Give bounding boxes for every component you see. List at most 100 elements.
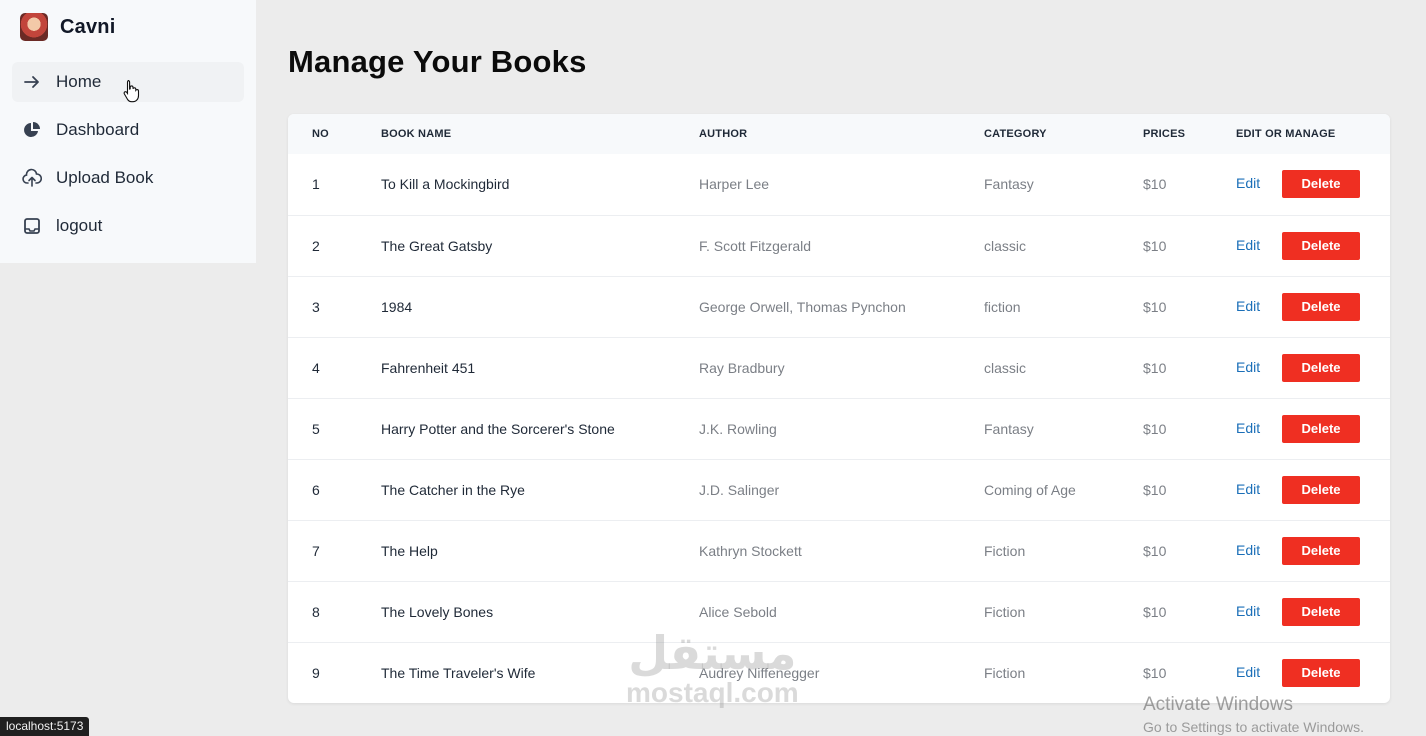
delete-button[interactable]: Delete — [1282, 231, 1360, 260]
cell-author: Ray Bradbury — [699, 359, 785, 376]
cell-price: $10 — [1143, 481, 1167, 498]
cell-price: $10 — [1143, 298, 1167, 315]
activate-windows-subtitle: Go to Settings to activate Windows. — [1143, 719, 1364, 735]
cell-price: $10 — [1143, 542, 1167, 559]
page-title: Manage Your Books — [288, 44, 587, 79]
cloud-upload-icon — [22, 168, 42, 188]
sidebar-item-label: Home — [56, 72, 102, 91]
cell-category: classic — [984, 237, 1027, 254]
column-header-book-name: BOOK NAME — [381, 128, 452, 140]
cell-author: J.K. Rowling — [699, 420, 777, 437]
cell-author: Harper Lee — [699, 176, 770, 193]
cell-category: classic — [984, 359, 1027, 376]
activate-windows-title: Activate Windows — [1143, 694, 1293, 715]
cell-actions: Edit Delete — [1236, 581, 1390, 642]
cell-no: 1 — [312, 176, 320, 193]
cell-book-name: To Kill a Mockingbird — [381, 176, 510, 193]
cell-actions: Edit Delete — [1236, 215, 1390, 276]
cell-actions: Edit Delete — [1236, 398, 1390, 459]
cell-no: 3 — [312, 298, 320, 315]
cell-book-name: The Help — [381, 542, 438, 559]
cell-category: Fiction — [984, 603, 1026, 620]
cell-category: Fiction — [984, 542, 1026, 559]
activate-windows-notice: Activate Windows Go to Settings to activ… — [1143, 694, 1364, 735]
edit-link[interactable]: Edit — [1236, 420, 1282, 436]
table-row: 1 To Kill a Mockingbird Harper Lee Fantasy $… — [288, 154, 1390, 215]
cell-actions: Edit Delete — [1236, 520, 1390, 581]
cell-price: $10 — [1143, 359, 1167, 376]
cell-author: J.D. Salinger — [699, 481, 780, 498]
column-header-category: CATEGORY — [984, 128, 1047, 140]
cell-price: $10 — [1143, 603, 1167, 620]
sidebar-item-upload-book[interactable]: Upload Book — [12, 158, 244, 198]
edit-link[interactable]: Edit — [1236, 603, 1282, 619]
sidebar-item-label: logout — [56, 216, 103, 235]
cell-actions: Edit Delete — [1236, 459, 1390, 520]
cell-price: $10 — [1143, 176, 1167, 193]
column-header-edit-or-manage: EDIT OR MANAGE — [1236, 128, 1336, 140]
watermark: مستقل mostaql.com — [626, 628, 799, 708]
cell-book-name: 1984 — [381, 298, 413, 315]
table-row: 3 1984 George Orwell, Thomas Pynchon fictio… — [288, 276, 1390, 337]
table-row: 2 The Great Gatsby F. Scott Fitzgerald clas… — [288, 215, 1390, 276]
table-row: 5 Harry Potter and the Sorcerer's Stone J.… — [288, 398, 1390, 459]
watermark-arabic: مستقل — [628, 626, 797, 680]
delete-button[interactable]: Delete — [1282, 292, 1360, 321]
cell-author: Kathryn Stockett — [699, 542, 802, 559]
column-header-author: AUTHOR — [699, 128, 748, 140]
books-table: NO BOOK NAME AUTHOR CATEGORY PRICES EDIT… — [288, 114, 1390, 703]
inbox-icon — [22, 216, 42, 236]
watermark-latin: mostaql.com — [626, 677, 799, 708]
cell-no: 5 — [312, 420, 320, 437]
pie-chart-icon — [22, 120, 42, 140]
delete-button[interactable]: Delete — [1282, 170, 1360, 199]
cell-no: 6 — [312, 481, 320, 498]
brand[interactable]: Cavni — [20, 13, 115, 41]
edit-link[interactable]: Edit — [1236, 298, 1282, 314]
cell-actions: Edit Delete — [1236, 337, 1390, 398]
cell-price: $10 — [1143, 237, 1167, 254]
sidebar-item-label: Upload Book — [56, 168, 154, 187]
cell-no: 2 — [312, 237, 320, 254]
edit-link[interactable]: Edit — [1236, 542, 1282, 558]
edit-link[interactable]: Edit — [1236, 175, 1282, 191]
edit-link[interactable]: Edit — [1236, 664, 1282, 680]
delete-button[interactable]: Delete — [1282, 597, 1360, 626]
cell-author: F. Scott Fitzgerald — [699, 237, 812, 254]
cell-category: Fantasy — [984, 420, 1034, 437]
cell-category: Fantasy — [984, 176, 1034, 193]
brand-name: Cavni — [60, 15, 116, 38]
cell-no: 9 — [312, 664, 320, 681]
sidebar-item-dashboard[interactable]: Dashboard — [12, 110, 244, 150]
cell-actions: Edit Delete — [1236, 276, 1390, 337]
table-row: 7 The Help Kathryn Stockett Fiction $10 Edit D… — [288, 520, 1390, 581]
cell-book-name: Harry Potter and the Sorcerer's Stone — [381, 420, 615, 437]
cell-no: 4 — [312, 359, 320, 376]
cell-price: $10 — [1143, 420, 1167, 437]
cell-category: fiction — [984, 298, 1021, 315]
cell-book-name: The Great Gatsby — [381, 237, 493, 254]
delete-button[interactable]: Delete — [1282, 414, 1360, 443]
table-row: 6 The Catcher in the Rye J.D. Salinger Comi… — [288, 459, 1390, 520]
table-header-row: NO BOOK NAME AUTHOR CATEGORY PRICES EDIT… — [288, 114, 1390, 154]
hand-cursor-icon — [123, 79, 140, 103]
sidebar-item-logout[interactable]: logout — [12, 206, 244, 246]
delete-button[interactable]: Delete — [1282, 353, 1360, 382]
column-header-prices: PRICES — [1143, 128, 1186, 140]
delete-button[interactable]: Delete — [1282, 475, 1360, 504]
edit-link[interactable]: Edit — [1236, 359, 1282, 375]
table-row: 4 Fahrenheit 451 Ray Bradbury classic $10 Edi… — [288, 337, 1390, 398]
cell-actions: Edit Delete — [1236, 154, 1390, 215]
delete-button[interactable]: Delete — [1282, 658, 1360, 687]
delete-button[interactable]: Delete — [1282, 536, 1360, 565]
app-root: Cavni Home Dashboard Upload Book logout … — [0, 0, 1426, 736]
cell-category: Coming of Age — [984, 481, 1076, 498]
sidebar-item-label: Dashboard — [56, 120, 140, 139]
avatar — [20, 13, 48, 41]
edit-link[interactable]: Edit — [1236, 481, 1282, 497]
sidebar: Cavni Home Dashboard Upload Book logout — [0, 0, 256, 263]
cell-book-name: The Catcher in the Rye — [381, 481, 525, 498]
edit-link[interactable]: Edit — [1236, 237, 1282, 253]
cell-no: 8 — [312, 603, 320, 620]
status-bar-url: localhost:5173 — [0, 717, 90, 736]
